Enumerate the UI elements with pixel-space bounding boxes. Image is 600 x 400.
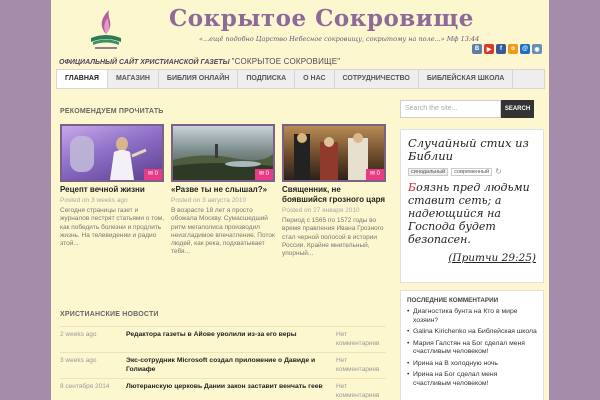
card-date: Posted on 3 weeks ago bbox=[60, 197, 128, 204]
subtitle-prefix: ОФИЦИАЛЬНЫЙ САЙТ ХРИСТИАНСКОЙ ГАЗЕТЫ bbox=[59, 59, 230, 66]
nav-item-about[interactable]: О НАС bbox=[295, 70, 335, 88]
recommended-cards: ✉ 0 Рецепт вечной жизни Posted on 3 week… bbox=[60, 124, 386, 287]
verse-text: Боязнь пред людьми ставит сеть; а надеющ… bbox=[408, 181, 536, 246]
news-title-link[interactable]: Экс-сотрудник Microsoft создал приложени… bbox=[126, 357, 336, 378]
nav-item-bible-school[interactable]: БИБЛЕЙСКАЯ ШКОЛА bbox=[419, 70, 514, 88]
verse-body: оязнь пред людьми ставит сеть; а надеющи… bbox=[408, 181, 530, 246]
odnoklassniki-icon[interactable]: о bbox=[508, 44, 518, 54]
news-title-link[interactable]: Редактора газеты в Айове уволили из-за е… bbox=[126, 331, 336, 352]
tab-modern[interactable]: современный bbox=[451, 167, 493, 176]
page: Сокрытое Сокровище «...ещё подобно Царст… bbox=[51, 0, 549, 400]
card-title[interactable]: Рецепт вечной жизни bbox=[60, 185, 164, 195]
news-title: ХРИСТИАНСКИЕ НОВОСТИ bbox=[60, 311, 159, 318]
card-date: Posted on 27 января 2010 bbox=[282, 207, 360, 214]
card-excerpt: Сегодня страницы газет и журналов пестря… bbox=[60, 207, 164, 248]
nav-item-shop[interactable]: МАГАЗИН bbox=[108, 70, 159, 88]
comment-icon: ✉ bbox=[147, 171, 153, 177]
recent-comment[interactable]: • Диагностика бунта на Кто в мире хозяин? bbox=[407, 308, 537, 325]
search-button[interactable]: SEARCH bbox=[501, 100, 534, 118]
comment-count: 0 bbox=[376, 171, 381, 177]
recent-comment[interactable]: • Galina Kirichenko на Библейская школа bbox=[407, 328, 537, 337]
refresh-icon[interactable]: ↻ bbox=[495, 167, 502, 176]
main-nav: ГЛАВНАЯ МАГАЗИН БИБЛИЯ ОНЛАЙН ПОДПИСКА О… bbox=[56, 69, 545, 89]
church-logo-icon[interactable] bbox=[87, 8, 125, 52]
search-form: Search the site... SEARCH bbox=[400, 100, 544, 118]
comment-icon: ✉ bbox=[369, 171, 375, 177]
recent-comments-widget: ПОСЛЕДНИЕ КОММЕНТАРИИ • Диагностика бунта… bbox=[400, 290, 544, 400]
news-date: 8 сентября 2014 bbox=[60, 383, 110, 390]
news-row[interactable]: 3 weeks ago Экс-сотрудник Microsoft созд… bbox=[60, 352, 386, 378]
site-subtitle: ОФИЦИАЛЬНЫЙ САЙТ ХРИСТИАНСКОЙ ГАЗЕТЫ "СО… bbox=[59, 57, 340, 66]
recent-comment[interactable]: • Ирина на В холодную ночь bbox=[407, 360, 537, 369]
youtube-icon[interactable]: ▶ bbox=[484, 44, 494, 54]
rss-icon[interactable]: ◉ bbox=[532, 44, 542, 54]
news-row[interactable]: 2 weeks ago Редактора газеты в Айове уво… bbox=[60, 326, 386, 352]
card-thumbnail[interactable]: ✉ 0 bbox=[171, 124, 275, 182]
news-row[interactable]: 8 сентября 2014 Лютеранскую церковь Дани… bbox=[60, 378, 386, 400]
recent-comment-text[interactable]: Galina Kirichenko на Библейская школа bbox=[413, 328, 537, 337]
header: Сокрытое Сокровище «...ещё подобно Царст… bbox=[51, 0, 549, 68]
facebook-icon[interactable]: f bbox=[496, 44, 506, 54]
verse-reference-link[interactable]: (Притчи 29:25) bbox=[408, 252, 536, 264]
card-title[interactable]: «Разве ты не слышал?» bbox=[171, 185, 275, 195]
recommended-card[interactable]: ✉ 0 «Разве ты не слышал?» Posted on 3 ав… bbox=[171, 124, 275, 257]
news-title-link[interactable]: Лютеранскую церковь Дании закон заставит… bbox=[126, 383, 336, 400]
card-thumbnail[interactable]: ✉ 0 bbox=[60, 124, 164, 182]
recommended-card[interactable]: ✉ 0 Священник, не боявшийся грозного цар… bbox=[282, 124, 386, 258]
recent-comment-text[interactable]: Диагностика бунта на Кто в мире хозяин? bbox=[413, 308, 537, 325]
news-comments[interactable]: Нет комментариев bbox=[336, 331, 386, 352]
recommended-title: РЕКОМЕНДУЕМ ПРОЧИТАТЬ bbox=[60, 108, 164, 115]
comment-icon: ✉ bbox=[258, 171, 264, 177]
social-links: B ▶ f о @ ◉ bbox=[472, 44, 542, 54]
recent-comment-text[interactable]: Мария Галстян на Бог сделал меня счастли… bbox=[413, 340, 537, 357]
card-excerpt: В возрасте 18 лет я просто обожала Москв… bbox=[171, 207, 275, 256]
verse-heading: Случайный стих из Библии bbox=[408, 136, 529, 163]
tab-synodal[interactable]: синодальный bbox=[408, 167, 449, 176]
card-excerpt: Период с 1565 по 1572 годы во время прав… bbox=[282, 217, 384, 258]
nav-item-bible-online[interactable]: БИБЛИЯ ОНЛАЙН bbox=[159, 70, 239, 88]
news-date: 2 weeks ago bbox=[60, 331, 97, 338]
recent-comment[interactable]: • Ирина на Бог сделал меня счастливым чел… bbox=[407, 371, 537, 388]
vk-icon[interactable]: B bbox=[472, 44, 482, 54]
recent-comment[interactable]: • Мария Галстян на Бог сделал меня счастл… bbox=[407, 340, 537, 357]
mail-icon[interactable]: @ bbox=[520, 44, 530, 54]
random-verse-widget: Случайный стих из Библии синодальный сов… bbox=[400, 129, 544, 283]
site-title[interactable]: Сокрытое Сокровище bbox=[169, 5, 474, 32]
site-tagline: «...ещё подобно Царство Небесное сокрови… bbox=[199, 35, 480, 43]
recent-comment-text[interactable]: Ирина на Бог сделал меня счастливым чело… bbox=[413, 371, 537, 388]
comment-count: 0 bbox=[154, 171, 159, 177]
card-thumbnail[interactable]: ✉ 0 bbox=[282, 124, 386, 182]
nav-item-subscription[interactable]: ПОДПИСКА bbox=[238, 70, 296, 88]
news-comments[interactable]: Нет комментариев bbox=[336, 357, 386, 378]
card-date: Posted on 3 августа 2010 bbox=[171, 197, 247, 204]
sidebar: Search the site... SEARCH Случайный стих… bbox=[400, 100, 544, 400]
comment-count-badge: ✉ 0 bbox=[366, 169, 384, 180]
recent-comment-text[interactable]: Ирина на В холодную ночь bbox=[413, 360, 498, 369]
nav-item-home[interactable]: ГЛАВНАЯ bbox=[57, 70, 108, 88]
card-title[interactable]: Священник, не боявшийся грозного царя bbox=[282, 185, 386, 205]
recommended-card[interactable]: ✉ 0 Рецепт вечной жизни Posted on 3 week… bbox=[60, 124, 164, 248]
verse-first-letter: Б bbox=[408, 181, 417, 194]
comment-count: 0 bbox=[265, 171, 270, 177]
comment-count-badge: ✉ 0 bbox=[144, 169, 162, 180]
nav-item-cooperation[interactable]: СОТРУДНИЧЕСТВО bbox=[335, 70, 419, 88]
verse-translation-tabs: синодальный современный ↻ bbox=[408, 167, 536, 176]
recent-comments-title: ПОСЛЕДНИЕ КОММЕНТАРИИ bbox=[407, 297, 499, 304]
subtitle-name: "СОКРЫТОЕ СОКРОВИЩЕ" bbox=[231, 57, 341, 66]
search-input[interactable]: Search the site... bbox=[400, 100, 501, 118]
news-date: 3 weeks ago bbox=[60, 357, 97, 364]
comment-count-badge: ✉ 0 bbox=[255, 169, 273, 180]
news-list: 2 weeks ago Редактора газеты в Айове уво… bbox=[60, 326, 386, 400]
news-comments[interactable]: Нет комментариев bbox=[336, 383, 386, 400]
